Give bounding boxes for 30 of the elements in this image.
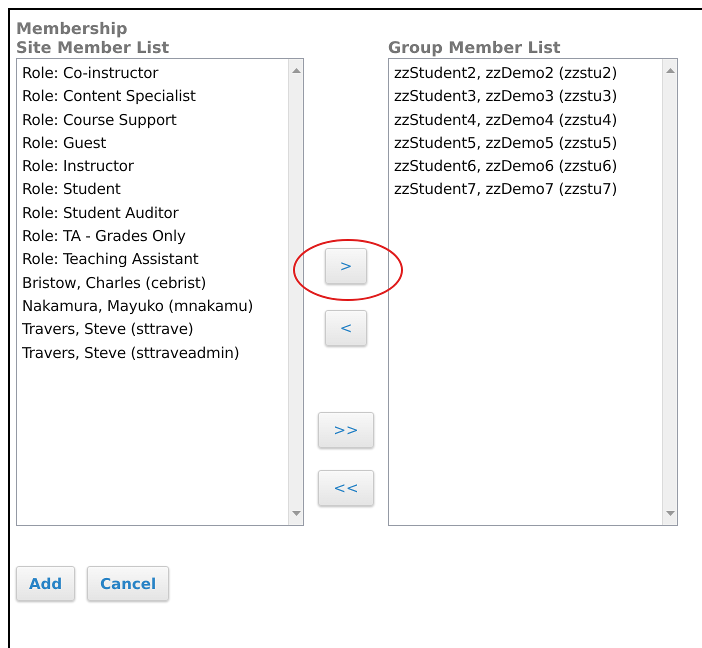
list-item[interactable]: Nakamura, Mayuko (mnakamu)	[22, 294, 288, 318]
scroll-down-icon[interactable]	[666, 511, 674, 516]
list-item[interactable]: zzStudent6, zzDemo6 (zzstu6)	[394, 155, 662, 178]
list-box[interactable]: zzStudent2, zzDemo2 (zzstu2) zzStudent3, zzDemo3 (zzstu3) zzStudent4, zzDemo4 (zzstu4) zzStudent5, zzDemo5 (zzstu5) zzStudent6, zzDemo6 (zzstu6) zzStudent7, zzDemo7 (zzstu7)	[388, 58, 678, 526]
scroll-down-icon[interactable]	[292, 511, 300, 516]
scrollbar[interactable]	[662, 59, 677, 525]
list-item[interactable]: zzStudent5, zzDemo5 (zzstu5)	[394, 132, 662, 156]
scrollbar[interactable]	[288, 59, 303, 525]
list-item[interactable]: Travers, Steve (sttraveadmin)	[22, 342, 288, 365]
list-item[interactable]: Role: TA - Grades Only	[22, 225, 288, 248]
list-item[interactable]: Role: Student	[22, 178, 288, 202]
list-item[interactable]: Travers, Steve (sttrave)	[22, 318, 288, 342]
list-item[interactable]: Role: Instructor	[22, 155, 288, 178]
list-item[interactable]: zzStudent7, zzDemo7 (zzstu7)	[394, 178, 662, 202]
scroll-up-icon[interactable]	[666, 68, 674, 73]
scroll-up-icon[interactable]	[292, 68, 300, 73]
section-title: Membership	[16, 18, 128, 40]
list-label: Site Member List	[16, 38, 170, 58]
list-item[interactable]: Role: Teaching Assistant	[22, 248, 288, 272]
list-item[interactable]: zzStudent2, zzDemo2 (zzstu2)	[394, 62, 662, 86]
list-box[interactable]	[16, 58, 304, 526]
list-item[interactable]: Bristow, Charles (cebrist)	[22, 272, 288, 295]
list-item[interactable]: Role: Student Auditor	[22, 202, 288, 226]
list-item[interactable]: zzStudent4, zzDemo4 (zzstu4)	[394, 108, 662, 132]
list-item[interactable]: Role: Course Support	[22, 108, 288, 132]
list-item[interactable]: Role: Content Specialist	[22, 85, 288, 109]
list-label: Group Member List	[388, 38, 562, 58]
list-item[interactable]: Role: Guest	[22, 132, 288, 156]
list-item[interactable]: zzStudent3, zzDemo3 (zzstu3)	[394, 85, 662, 109]
list-item[interactable]: Role: Co-instructor	[22, 62, 288, 86]
